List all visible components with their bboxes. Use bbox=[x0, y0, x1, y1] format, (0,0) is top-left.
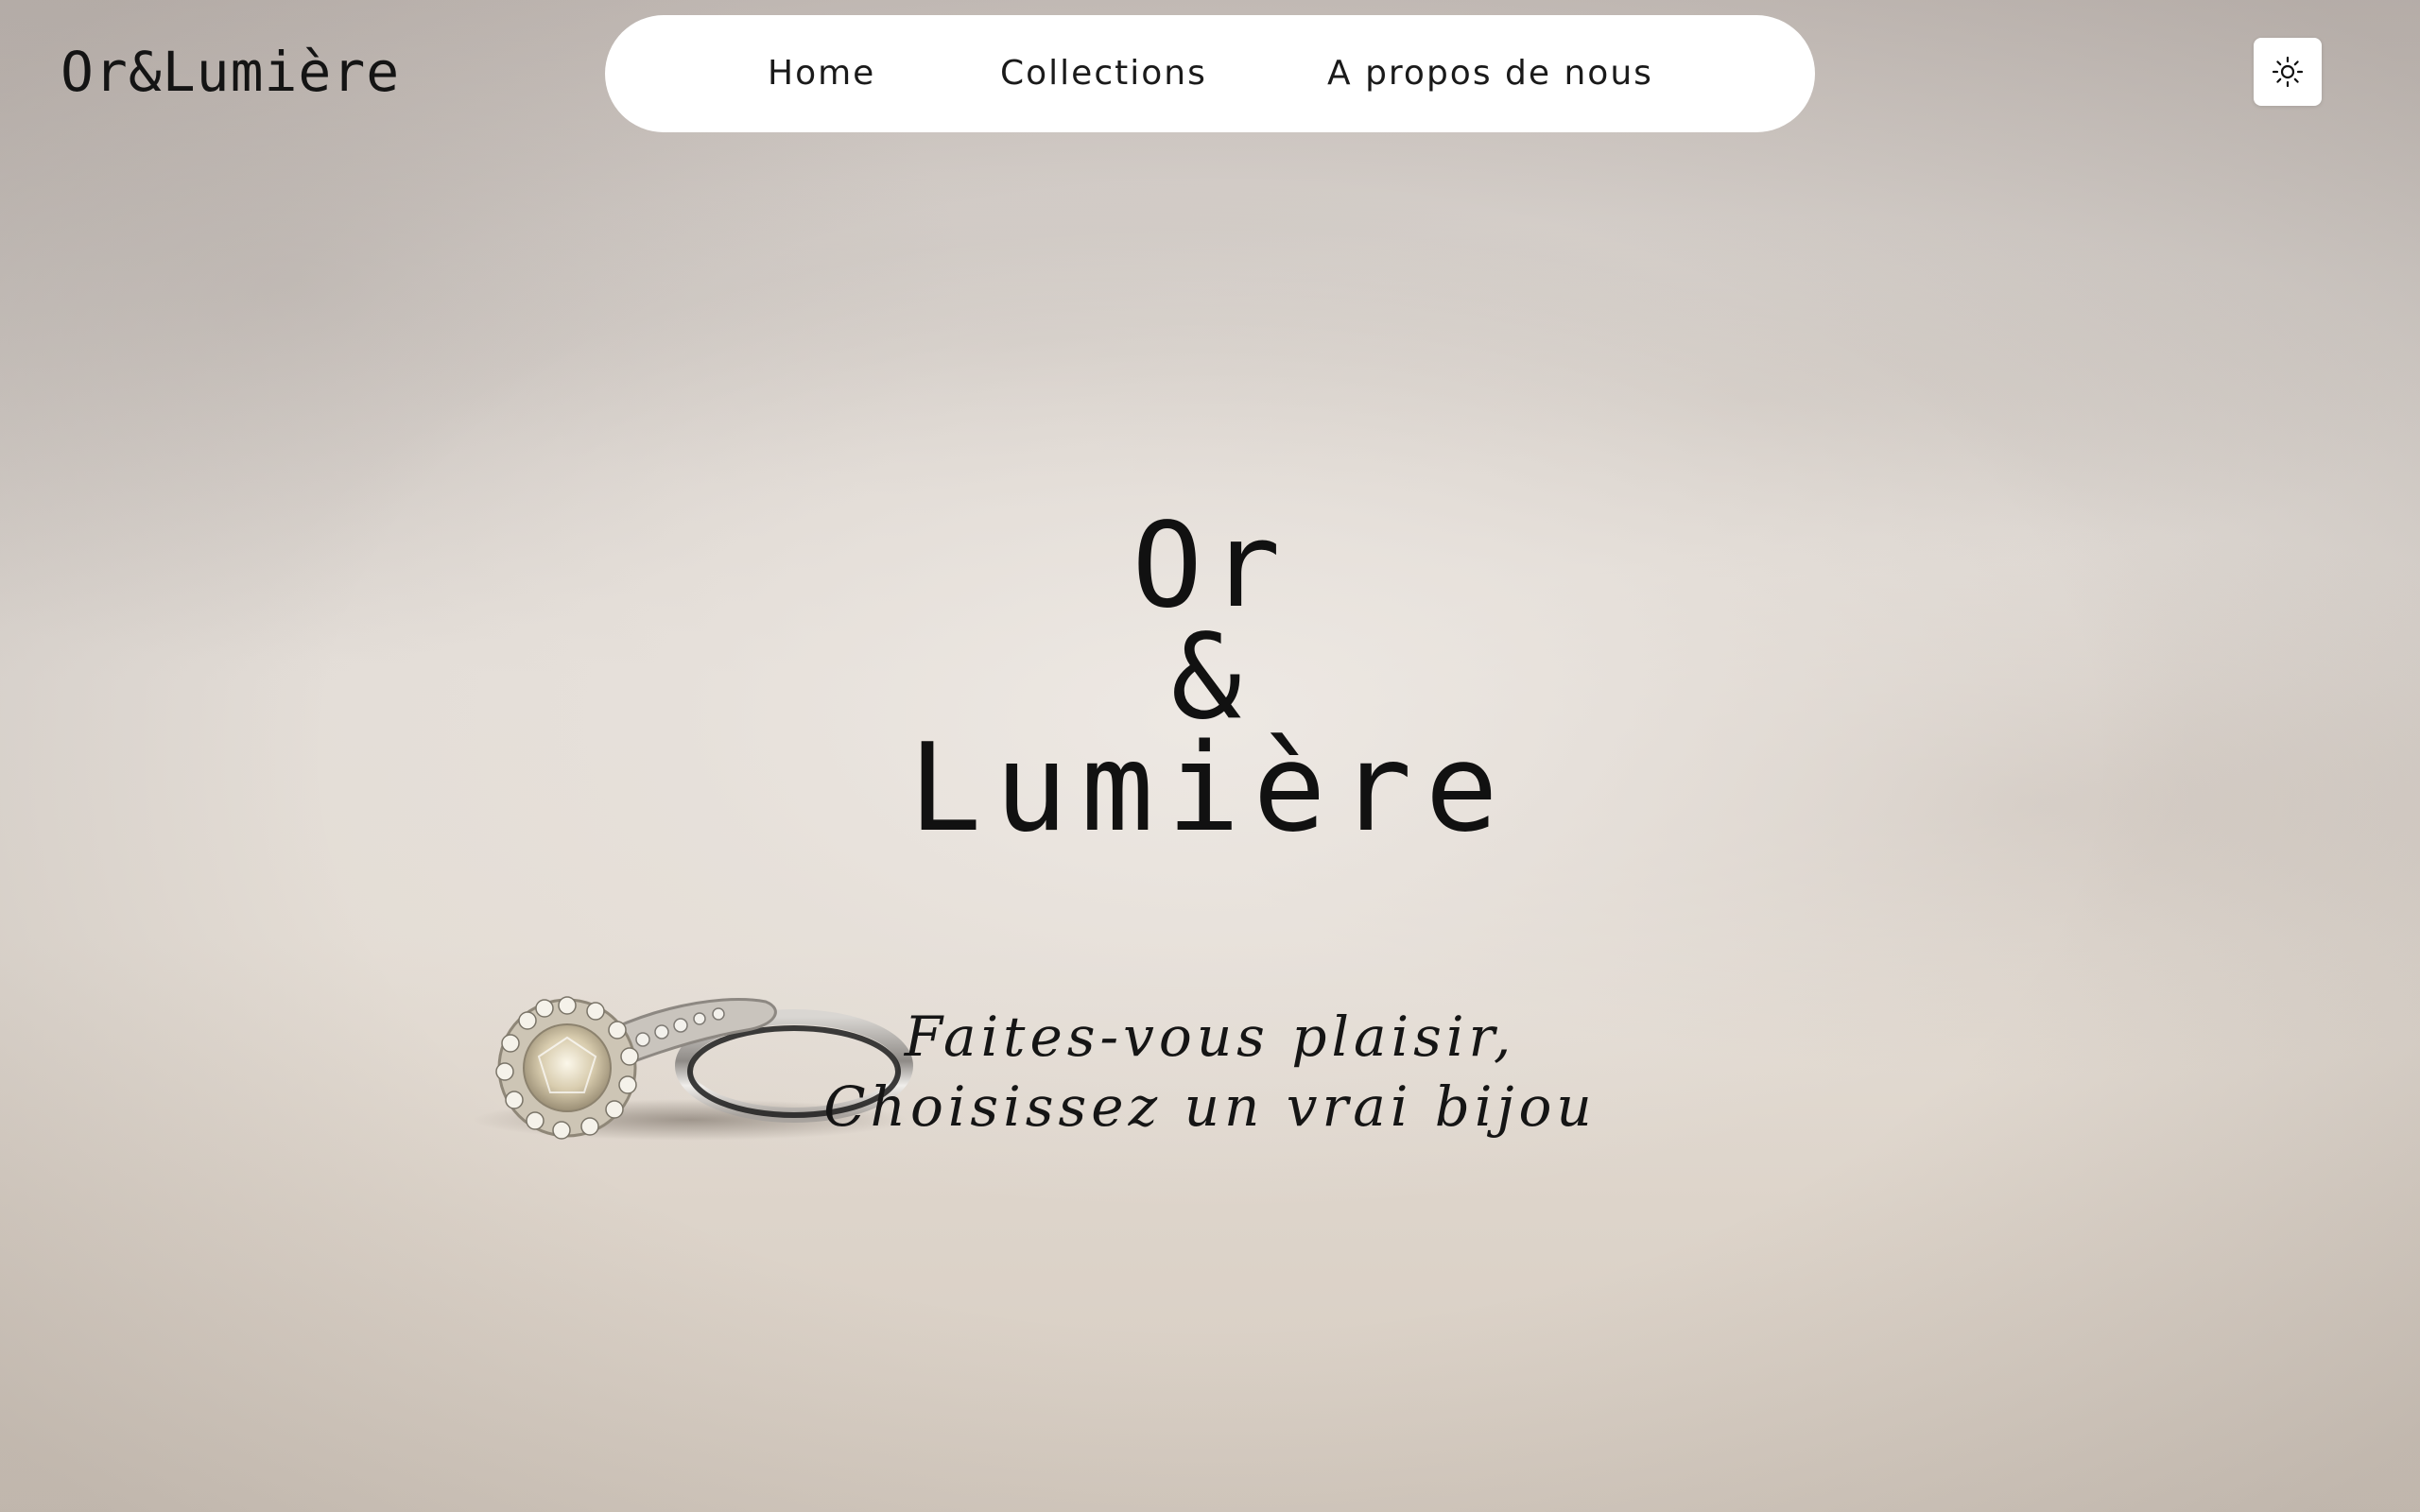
nav-link-home[interactable]: Home bbox=[768, 15, 875, 132]
hero-tagline: Faites-vous plaisir, Choisissez un vrai … bbox=[0, 1002, 2420, 1142]
main-nav: Home Collections A propos de nous bbox=[605, 15, 1815, 132]
hero-title: Or & Lumière bbox=[0, 498, 2420, 859]
sun-icon bbox=[2272, 56, 2304, 88]
hero-tagline-line-2: Choisissez un vrai bijou bbox=[823, 1074, 1597, 1139]
theme-toggle-button[interactable] bbox=[2254, 38, 2322, 106]
hero-tagline-line-1: Faites-vous plaisir, bbox=[904, 1005, 1516, 1069]
hero-title-line-ampersand: & bbox=[1170, 610, 1250, 746]
brand-logo[interactable]: Or&Lumière bbox=[60, 38, 400, 106]
hero-title-line-or: Or bbox=[1132, 498, 1288, 634]
nav-link-about[interactable]: A propos de nous bbox=[1327, 15, 1653, 132]
nav-link-collections[interactable]: Collections bbox=[1000, 15, 1207, 132]
hero-title-line-lumiere: Lumière bbox=[908, 718, 1512, 859]
